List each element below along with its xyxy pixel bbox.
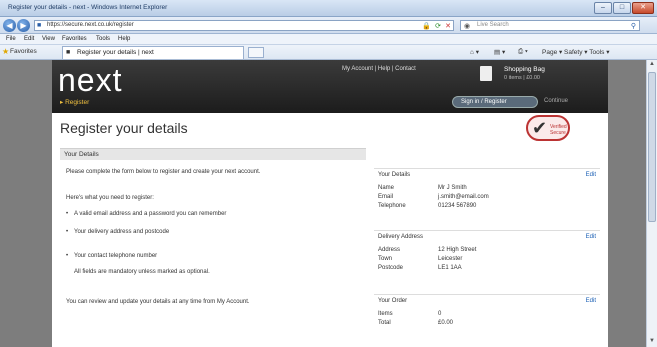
menu-favorites[interactable]: Favorites	[62, 36, 87, 42]
lock-icon[interactable]: 🔒	[422, 22, 431, 30]
favorites-star-icon[interactable]: ★	[2, 47, 9, 56]
list-item: • A valid email address and a password y…	[66, 210, 344, 218]
scroll-thumb[interactable]	[648, 72, 656, 222]
scroll-down-icon[interactable]: ▼	[648, 338, 656, 346]
command-bar-menus[interactable]: Page ▾ Safety ▾ Tools ▾	[542, 48, 609, 56]
page-title: Register your details	[60, 120, 188, 136]
menu-tools[interactable]: Tools	[96, 36, 110, 42]
favorites-label[interactable]: Favorites	[10, 48, 37, 55]
list-item-text: Your delivery address and postcode	[74, 229, 170, 235]
favorites-bar: ★ Favorites ■ Register your details | ne…	[0, 45, 657, 60]
details-summary-box: Your Details Edit Name Mr J Smith Email …	[374, 168, 600, 230]
site-container: next My Account | Help | Contact Shoppin…	[52, 60, 608, 347]
page-icon: ■	[37, 22, 42, 29]
window-titlebar: Register your details - next - Windows I…	[0, 0, 657, 17]
summary-label: Postcode	[378, 265, 404, 271]
bullet-icon: •	[66, 211, 69, 217]
summary-value: 01234 567890	[438, 203, 477, 209]
bullet-icon: •	[66, 253, 69, 259]
close-button[interactable]: ✕	[632, 2, 654, 14]
bullet-icon: •	[66, 229, 69, 235]
summary-value: LE1 1AA	[438, 265, 462, 271]
summary-value: £0.00	[438, 320, 454, 326]
seal-label: Verified Secure	[550, 124, 567, 136]
summary-box-title: Your Details	[378, 172, 411, 178]
list-item-text: A valid email address and a password you…	[74, 211, 227, 217]
main-content: Your Details Please complete the form be…	[60, 148, 366, 305]
tab-active[interactable]: ■ Register your details | next	[62, 46, 244, 59]
search-placeholder: Live Search	[477, 22, 509, 28]
summary-value: Mr J Smith	[438, 185, 467, 191]
scroll-up-icon[interactable]: ▲	[648, 61, 656, 69]
menu-view[interactable]: View	[42, 36, 55, 42]
tab-title: Register your details | next	[77, 49, 154, 56]
search-provider-icon: ◉	[464, 23, 471, 30]
back-icon[interactable]: ◀	[3, 19, 16, 32]
breadcrumb[interactable]: ▸ Register	[60, 98, 89, 106]
summary-label: Address	[378, 247, 401, 253]
summary-label: Email	[378, 194, 394, 200]
summary-label: Telephone	[378, 203, 406, 209]
summary-value: 12 High Street	[438, 247, 477, 253]
summary-label: Items	[378, 311, 393, 317]
shopping-bag-icon[interactable]	[480, 66, 492, 81]
order-summary-box: Your Order Edit Items 0 Total £0.00	[374, 294, 600, 344]
summary-value: Leicester	[438, 256, 463, 262]
tab-favicon-icon: ■	[66, 49, 71, 56]
stop-icon[interactable]: ✕	[445, 22, 451, 30]
menu-edit[interactable]: Edit	[24, 36, 34, 42]
lead-text: Here's what you need to register:	[66, 195, 154, 201]
summary-label: Total	[378, 320, 391, 326]
menu-help[interactable]: Help	[118, 36, 130, 42]
site-header: next My Account | Help | Contact Shoppin…	[52, 60, 608, 113]
forward-icon[interactable]: ▶	[17, 19, 30, 32]
summary-value: 0	[438, 311, 442, 317]
security-seal[interactable]: ✔ Verified Secure	[526, 115, 570, 141]
new-tab-button[interactable]	[248, 47, 264, 58]
print-icon[interactable]: ⎙ ▾	[518, 48, 528, 56]
minimize-button[interactable]: –	[594, 2, 612, 14]
note-text: All fields are mandatory unless marked a…	[74, 269, 210, 275]
menu-file[interactable]: File	[6, 36, 16, 42]
shopping-bag-title[interactable]: Shopping Bag	[504, 66, 545, 73]
footer-text: You can review and update your details a…	[66, 299, 250, 305]
address-summary-box: Delivery Address Edit Address 12 High St…	[374, 230, 600, 294]
summary-value: j.smith@email.com	[438, 194, 489, 200]
feeds-icon[interactable]: ▤ ▾	[494, 48, 505, 56]
search-box[interactable]: ◉ Live Search ⚲	[460, 20, 640, 31]
summary-label: Name	[378, 185, 395, 191]
checkmark-icon: ✔	[532, 118, 548, 138]
summary-box-title: Your Order	[378, 298, 408, 304]
section-header: Your Details	[60, 148, 366, 160]
navigation-bar: ◀ ▶ ■ https://secure.next.co.uk/register…	[0, 17, 657, 34]
window-title: Register your details - next - Windows I…	[8, 4, 168, 11]
list-item: • Your contact telephone number	[66, 252, 344, 260]
page-viewport: next My Account | Help | Contact Shoppin…	[0, 60, 646, 347]
sign-in-register-label: Sign in / Register	[461, 99, 507, 105]
summary-label: Town	[378, 256, 393, 262]
address-text: https://secure.next.co.uk/register	[47, 22, 134, 28]
list-item: • Your delivery address and postcode	[66, 228, 344, 236]
sign-in-register-button[interactable]: Sign in / Register	[452, 96, 538, 108]
list-item-text: Your contact telephone number	[74, 253, 158, 259]
refresh-icon[interactable]: ⟳	[435, 22, 441, 30]
edit-link[interactable]: Edit	[586, 172, 596, 178]
continue-link[interactable]: Continue	[544, 98, 568, 104]
window-controls: – □ ✕	[594, 2, 654, 14]
summary-box-title: Delivery Address	[378, 234, 424, 240]
search-icon[interactable]: ⚲	[631, 22, 636, 30]
intro-text: Please complete the form below to regist…	[66, 169, 261, 175]
shopping-bag-summary: 0 items | £0.00	[504, 75, 540, 81]
edit-link[interactable]: Edit	[586, 234, 596, 240]
maximize-button[interactable]: □	[613, 2, 631, 14]
vertical-scrollbar[interactable]: ▲ ▼	[646, 60, 657, 347]
edit-link[interactable]: Edit	[586, 298, 596, 304]
menu-bar: File Edit View Favorites Tools Help	[0, 34, 657, 45]
home-icon[interactable]: ⌂ ▾	[470, 48, 479, 56]
next-logo[interactable]: next	[58, 62, 122, 99]
top-links[interactable]: My Account | Help | Contact	[342, 66, 416, 72]
address-bar[interactable]: ■ https://secure.next.co.uk/register 🔒 ⟳…	[34, 20, 454, 31]
